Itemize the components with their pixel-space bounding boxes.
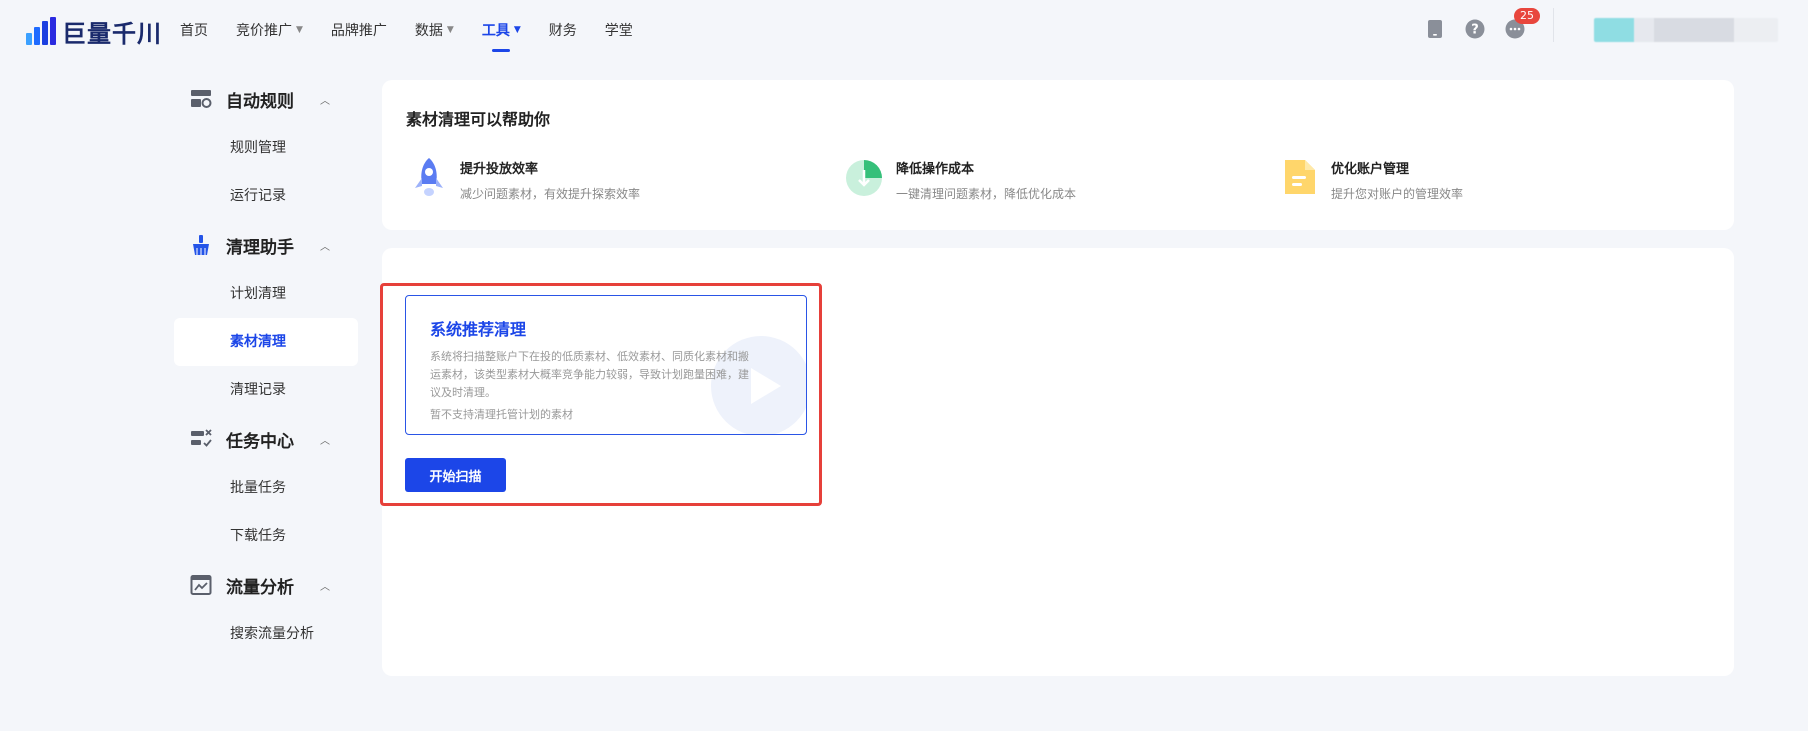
brand-logo[interactable]: 巨量千川: [24, 14, 162, 49]
sidebar-group-task-center[interactable]: 任务中心 ︿: [174, 414, 358, 464]
nav-item-bidding[interactable]: 竞价推广 ▼: [236, 20, 303, 40]
cost-down-icon: [846, 160, 882, 196]
recommend-note: 暂不支持清理托管计划的素材: [430, 408, 573, 421]
nav-label: 品牌推广: [330, 23, 387, 39]
start-scan-button[interactable]: 开始扫描: [405, 458, 506, 492]
sidebar-group-traffic-analysis[interactable]: 流量分析 ︿: [174, 560, 358, 610]
sidebar-group-title: 任务中心: [226, 431, 294, 452]
sidebar-item-material-cleanup[interactable]: 素材清理: [174, 318, 358, 366]
sidebar-item-cleanup-records[interactable]: 清理记录: [174, 366, 358, 414]
nav-item-tools[interactable]: 工具 ▼: [481, 20, 521, 52]
feature-title: 降低操作成本: [896, 162, 975, 177]
chevron-up-icon: ︿: [320, 96, 330, 107]
rocket-icon: [415, 158, 443, 196]
feature-title: 优化账户管理: [1331, 162, 1410, 177]
feature-reduce-cost: 降低操作成本 一键清理问题素材，降低优化成本: [842, 154, 1076, 202]
top-navigation-bar: 巨量千川 首页 竞价推广 ▼ 品牌推广 数据 ▼ 工具 ▼ 财务 学堂 ? 25: [0, 0, 1808, 60]
sidebar-group-cleanup[interactable]: 清理助手 ︿: [174, 220, 358, 270]
help-card-title: 素材清理可以帮助你: [406, 110, 551, 129]
sidebar-item-plan-cleanup[interactable]: 计划清理: [174, 270, 358, 318]
brand-logo-icon: [24, 16, 56, 47]
nav-item-finance[interactable]: 财务: [549, 20, 577, 40]
chevron-up-icon: ︿: [320, 582, 330, 593]
caret-down-icon: ▼: [513, 25, 521, 35]
nav-label: 竞价推广: [236, 23, 292, 39]
system-recommend-cleanup-card[interactable]: 系统推荐清理 系统将扫描整账户下在投的低质素材、低效素材、同质化素材和搬运素材，…: [405, 295, 807, 435]
brand-name: 巨量千川: [62, 20, 162, 48]
traffic-analysis-icon: [190, 575, 212, 595]
nav-item-academy[interactable]: 学堂: [605, 20, 633, 40]
folder-icon: [1285, 160, 1315, 194]
message-count-badge: 25: [1514, 8, 1540, 24]
feature-desc: 一键清理问题素材，降低优化成本: [896, 187, 1077, 201]
nav-item-home[interactable]: 首页: [180, 20, 208, 40]
phone-icon[interactable]: [1424, 18, 1446, 40]
sidebar-item-batch-tasks[interactable]: 批量任务: [174, 464, 358, 512]
svg-text:?: ?: [1471, 23, 1479, 38]
chevron-up-icon: ︿: [320, 242, 330, 253]
caret-down-icon: ▼: [446, 25, 454, 35]
auto-rule-icon: [191, 90, 212, 108]
nav-label: 数据: [414, 23, 443, 39]
broom-icon: [193, 235, 209, 255]
sidebar-item-rule-management[interactable]: 规则管理: [174, 124, 358, 172]
help-icon[interactable]: ?: [1464, 18, 1486, 40]
message-icon[interactable]: 25: [1504, 8, 1540, 40]
nav-item-brand[interactable]: 品牌推广: [331, 20, 387, 40]
nav-label: 首页: [180, 23, 208, 39]
nav-label: 学堂: [604, 23, 633, 39]
recommend-desc: 系统将扫描整账户下在投的低质素材、低效素材、同质化素材和搬运素材，该类型素材大概…: [430, 350, 749, 399]
header-actions: ? 25: [1424, 8, 1544, 40]
feature-desc: 减少问题素材，有效提升探索效率: [460, 187, 641, 201]
account-info-blurred[interactable]: [1594, 18, 1778, 42]
chevron-up-icon: ︿: [320, 436, 330, 447]
nav-label: 工具: [481, 23, 510, 39]
nav-item-data[interactable]: 数据 ▼: [415, 20, 454, 40]
feature-improve-efficiency: 提升投放效率 减少问题素材，有效提升探索效率: [406, 154, 640, 202]
sidebar-group-title: 自动规则: [226, 91, 294, 112]
sidebar-group-auto-rules[interactable]: 自动规则 ︿: [174, 74, 358, 124]
sidebar-group-title: 清理助手: [226, 237, 294, 258]
header-divider: [1553, 8, 1554, 42]
main-nav: 首页 竞价推广 ▼ 品牌推广 数据 ▼ 工具 ▼ 财务 学堂: [180, 0, 661, 60]
sidebar-item-download-tasks[interactable]: 下载任务: [174, 512, 358, 560]
sidebar: 自动规则 ︿ 规则管理 运行记录 清理助手 ︿ 计划清理 素材清理 清理记录 任…: [174, 74, 358, 658]
feature-desc: 提升您对账户的管理效率: [1331, 187, 1464, 201]
sidebar-item-run-records[interactable]: 运行记录: [174, 172, 358, 220]
nav-label: 财务: [548, 23, 577, 39]
sidebar-item-search-traffic-analysis[interactable]: 搜索流量分析: [174, 610, 358, 658]
caret-down-icon: ▼: [296, 25, 303, 35]
help-info-card: 素材清理可以帮助你 提升投放效率 减少问题素材，有效提升探索效率 降低操作成本 …: [382, 80, 1734, 230]
feature-title: 提升投放效率: [460, 162, 539, 177]
task-center-icon: [191, 429, 212, 447]
feature-optimize-account: 优化账户管理 提升您对账户的管理效率: [1277, 154, 1463, 202]
recommend-title: 系统推荐清理: [430, 320, 527, 339]
sidebar-group-title: 流量分析: [226, 577, 294, 598]
